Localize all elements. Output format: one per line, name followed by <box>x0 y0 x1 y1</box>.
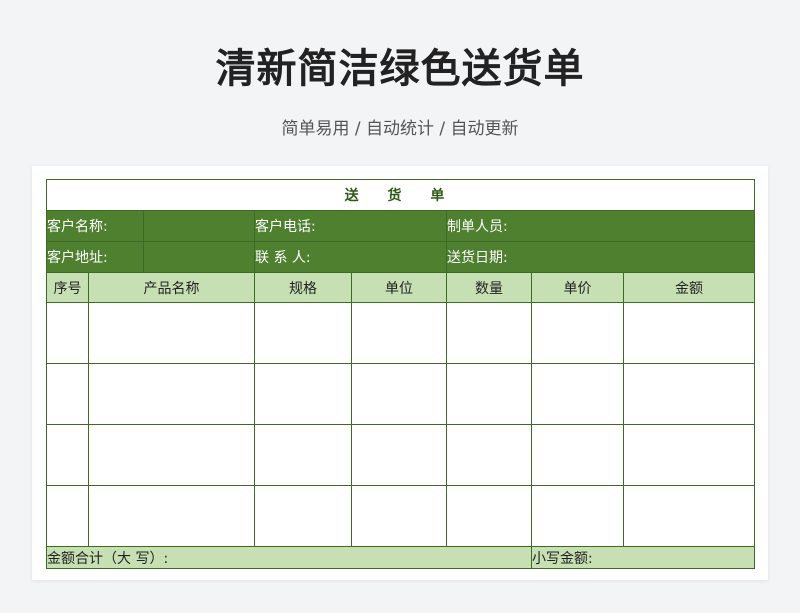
cell-unit[interactable] <box>351 485 447 547</box>
header-unit-price: 单价 <box>531 272 624 303</box>
cell-unit[interactable] <box>351 424 447 486</box>
cell-product-name[interactable] <box>88 302 255 364</box>
delivery-note-table: 送 货 单 客户名称: 客户电话: 制单人员: 客户地址: 联 系 人: 送货日… <box>46 179 755 569</box>
header-unit: 单位 <box>351 272 447 303</box>
contact-person-label[interactable]: 联 系 人: <box>254 241 447 273</box>
customer-name-value[interactable] <box>143 210 255 242</box>
header-amount: 金额 <box>623 272 755 303</box>
page-subtitle: 简单易用 / 自动统计 / 自动更新 <box>281 119 519 139</box>
customer-address-value[interactable] <box>143 241 255 273</box>
cell-unit[interactable] <box>351 302 447 364</box>
cell-product-name[interactable] <box>88 363 255 425</box>
header-spec: 规格 <box>254 272 352 303</box>
cell-quantity[interactable] <box>446 485 532 547</box>
cell-spec[interactable] <box>254 485 352 547</box>
table-row <box>46 424 755 486</box>
cell-amount[interactable] <box>623 302 755 364</box>
cell-unit-price[interactable] <box>531 302 624 364</box>
header-quantity: 数量 <box>446 272 532 303</box>
column-header-row: 序号 产品名称 规格 单位 数量 单价 金额 <box>46 272 755 303</box>
cell-index[interactable] <box>46 485 89 547</box>
header-product-name: 产品名称 <box>88 272 255 303</box>
table-row <box>46 302 755 364</box>
cell-index[interactable] <box>46 363 89 425</box>
cell-product-name[interactable] <box>88 485 255 547</box>
customer-name-label: 客户名称: <box>46 210 144 242</box>
document-card: 送 货 单 客户名称: 客户电话: 制单人员: 客户地址: 联 系 人: 送货日… <box>32 166 768 580</box>
cell-index[interactable] <box>46 302 89 364</box>
header-index: 序号 <box>46 272 89 303</box>
cell-spec[interactable] <box>254 424 352 486</box>
delivery-date-label[interactable]: 送货日期: <box>446 241 755 273</box>
table-row <box>46 363 755 425</box>
page-title: 清新简洁绿色送货单 <box>215 46 585 92</box>
sheet-title: 送 货 单 <box>46 179 755 211</box>
table-row <box>46 485 755 547</box>
cell-unit-price[interactable] <box>531 485 624 547</box>
info-row-1: 客户名称: 客户电话: 制单人员: <box>46 210 755 242</box>
total-lower-label[interactable]: 小写金额: <box>531 546 755 569</box>
sheet-title-row: 送 货 单 <box>46 179 755 211</box>
cell-quantity[interactable] <box>446 363 532 425</box>
info-row-2: 客户地址: 联 系 人: 送货日期: <box>46 241 755 273</box>
cell-unit-price[interactable] <box>531 363 624 425</box>
total-upper-label[interactable]: 金额合计（大 写）: <box>46 546 532 569</box>
cell-spec[interactable] <box>254 302 352 364</box>
cell-product-name[interactable] <box>88 424 255 486</box>
cell-quantity[interactable] <box>446 302 532 364</box>
customer-phone-label[interactable]: 客户电话: <box>254 210 447 242</box>
cell-unit[interactable] <box>351 363 447 425</box>
cell-index[interactable] <box>46 424 89 486</box>
creator-label[interactable]: 制单人员: <box>446 210 755 242</box>
cell-unit-price[interactable] <box>531 424 624 486</box>
cell-amount[interactable] <box>623 485 755 547</box>
total-row: 金额合计（大 写）: 小写金额: <box>46 546 755 569</box>
cell-amount[interactable] <box>623 363 755 425</box>
cell-spec[interactable] <box>254 363 352 425</box>
cell-amount[interactable] <box>623 424 755 486</box>
cell-quantity[interactable] <box>446 424 532 486</box>
customer-address-label: 客户地址: <box>46 241 144 273</box>
